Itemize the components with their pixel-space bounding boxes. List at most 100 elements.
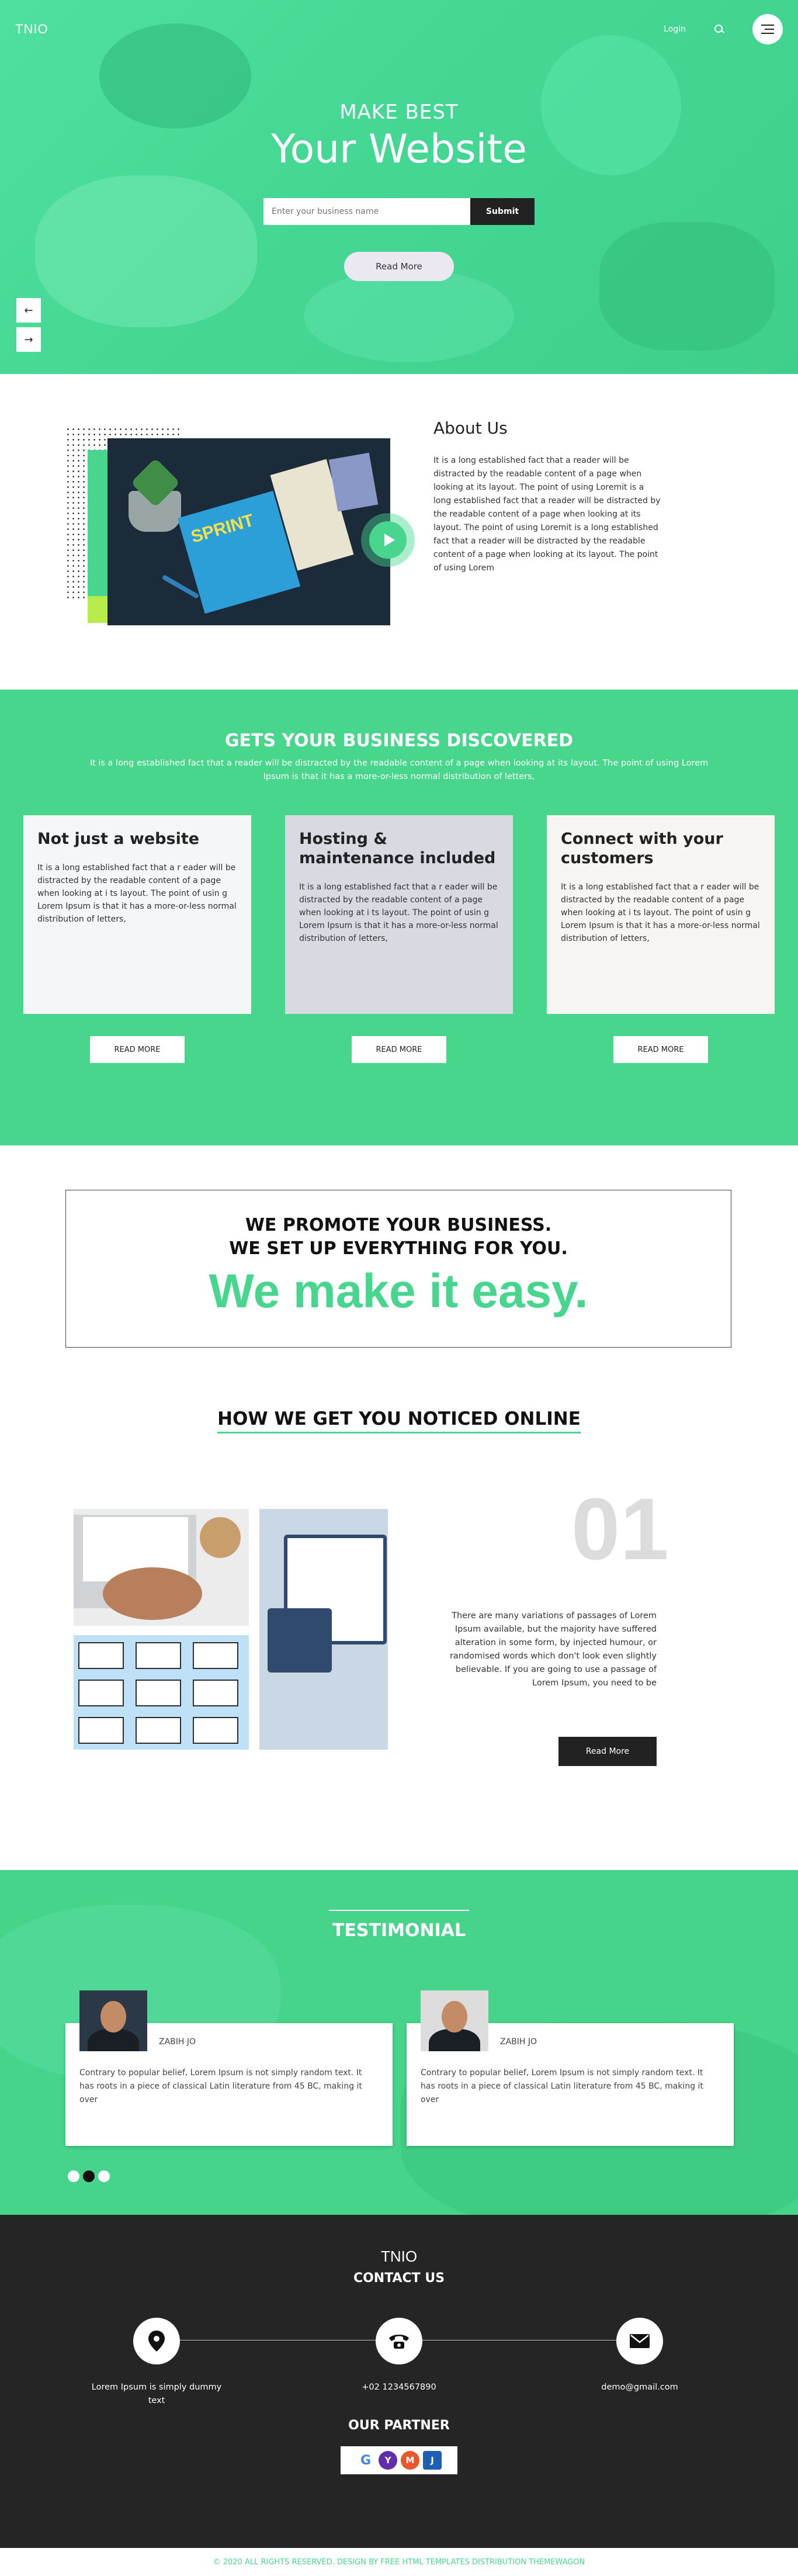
play-icon	[384, 534, 395, 546]
site-logo[interactable]: TNIO	[15, 22, 48, 37]
card-content: Hosting & maintenance included It is a l…	[285, 815, 513, 959]
hero-read-more-button[interactable]: Read More	[344, 252, 454, 281]
menu-bar	[761, 25, 774, 26]
services-title: GETS YOUR BUSINESS DISCOVERED	[224, 730, 574, 751]
service-cards: Not just a website It is a long establis…	[0, 815, 798, 1063]
search-icon[interactable]	[714, 24, 724, 34]
avatar	[79, 1990, 147, 2051]
location-icon	[133, 2318, 180, 2364]
about-image: SPRINT	[107, 438, 390, 625]
card-content: Connect with your customers It is a long…	[547, 815, 775, 959]
arrow-left-icon[interactable]: ←	[16, 298, 41, 323]
testimonial-name: ZABIH JO	[159, 2037, 196, 2047]
step-number: 01	[571, 1480, 669, 1578]
screen-thumb	[78, 1680, 124, 1706]
contact-email[interactable]: demo@gmail.com	[570, 2381, 710, 2394]
mug-shape	[200, 1517, 241, 1558]
noticed-title-text: HOW WE GET YOU NOTICED ONLINE	[217, 1408, 581, 1434]
services-section: GETS YOUR BUSINESS DISCOVERED It is a lo…	[0, 690, 798, 1145]
card-read-more-button[interactable]: READ MORE	[90, 1036, 185, 1063]
promote-line-1: WE PROMOTE YOUR BUSINESS.	[245, 1215, 552, 1235]
footer-logo[interactable]: TNIO	[0, 2248, 798, 2266]
screen-thumb	[193, 1642, 238, 1669]
contact-phone[interactable]: +02 1234567890	[329, 2381, 469, 2394]
testimonial-title: TESTIMONIAL	[0, 1910, 798, 1941]
avatar-head	[442, 2001, 467, 2033]
play-video-button[interactable]	[361, 513, 415, 567]
noticed-body: There are many variations of passages of…	[449, 1611, 657, 1688]
avatar-head	[100, 2001, 126, 2033]
hero-shape	[304, 269, 514, 362]
service-card-wrapper: Hosting & maintenance included It is a l…	[285, 815, 513, 1063]
menu-bar	[765, 29, 774, 30]
card-read-more-button[interactable]: READ MORE	[352, 1036, 446, 1063]
card-title: Not just a website	[37, 830, 200, 848]
promote-line-2: WE SET UP EVERYTHING FOR YOU.	[229, 1238, 568, 1259]
screen-thumb	[78, 1642, 124, 1669]
promote-section: WE PROMOTE YOUR BUSINESS. WE SET UP EVER…	[0, 1145, 798, 1391]
envelope-icon	[630, 2334, 650, 2348]
card-content: Not just a website It is a long establis…	[23, 815, 251, 940]
business-signup-form: Submit	[263, 198, 535, 225]
menu-button[interactable]	[752, 14, 783, 44]
hero-content: MAKE BEST Your Website Submit Read More	[0, 101, 798, 281]
pagination-dot[interactable]	[68, 2170, 79, 2182]
arrow-right-icon[interactable]: →	[16, 327, 41, 352]
noticed-read-more-button[interactable]: Read More	[558, 1737, 657, 1766]
about-text: About Us It is a long established fact t…	[433, 418, 662, 575]
noticed-title: HOW WE GET YOU NOTICED ONLINE	[0, 1408, 798, 1434]
about-title: About Us	[433, 418, 508, 438]
testimonial-quote: Contrary to popular belief, Lorem Ipsum …	[421, 2068, 703, 2104]
hero-title: Your Website	[271, 126, 527, 172]
business-name-input[interactable]	[263, 198, 470, 225]
screens-grid-image	[74, 1635, 249, 1750]
promote-box: WE PROMOTE YOUR BUSINESS. WE SET UP EVER…	[65, 1190, 731, 1348]
devices-image	[259, 1509, 388, 1750]
google-logo-icon[interactable]: G	[356, 2451, 375, 2470]
partner-title: OUR PARTNER	[348, 2418, 450, 2433]
card-title: Connect with your customers	[561, 830, 723, 867]
service-card-wrapper: Connect with your customers It is a long…	[547, 815, 775, 1063]
card-body: It is a long established fact that a r e…	[561, 882, 760, 943]
jcb-logo-icon[interactable]: J	[423, 2451, 442, 2470]
service-card: Hosting & maintenance included It is a l…	[285, 815, 513, 1014]
location-pin-icon	[148, 2331, 165, 2352]
screen-thumb	[136, 1680, 181, 1706]
menu-bar	[761, 33, 774, 34]
noticed-section: HOW WE GET YOU NOTICED ONLINE 01 There a…	[0, 1391, 798, 1870]
services-subtitle: It is a long established fact that a rea…	[89, 759, 709, 781]
hands-shape	[103, 1567, 202, 1620]
mail-icon	[616, 2318, 663, 2364]
hero-kicker: MAKE BEST	[339, 101, 459, 124]
pen-shape	[161, 574, 200, 599]
service-card: Not just a website It is a long establis…	[23, 815, 251, 1014]
mastercard-logo-icon[interactable]: M	[401, 2451, 419, 2470]
pagination-dot-active[interactable]	[83, 2170, 95, 2182]
about-section: SPRINT About Us It is a long established…	[0, 374, 798, 690]
play-circle	[369, 521, 407, 559]
submit-button[interactable]: Submit	[470, 198, 535, 225]
screen-thumb	[136, 1642, 181, 1669]
about-body: It is a long established fact that a rea…	[433, 456, 661, 573]
contact-title: CONTACT US	[353, 2271, 445, 2286]
screen-thumb	[78, 1717, 124, 1744]
yahoo-logo-icon[interactable]: Y	[379, 2451, 397, 2470]
service-card-wrapper: Not just a website It is a long establis…	[23, 815, 251, 1063]
testimonial-section: TESTIMONIAL ZABIH JO Contrary to popular…	[0, 1870, 798, 2215]
login-link[interactable]: Login	[664, 25, 686, 34]
nav-actions: Login	[664, 14, 783, 44]
card-body: It is a long established fact that a r e…	[37, 863, 237, 924]
screen-thumb	[193, 1680, 238, 1706]
card-read-more-button[interactable]: READ MORE	[613, 1036, 708, 1063]
phone-icon	[376, 2318, 422, 2364]
book-title: SPRINT	[189, 510, 256, 547]
avatar	[421, 1990, 488, 2051]
contact-address: Lorem Ipsum is simply dummy text	[91, 2383, 222, 2405]
phone-shape	[268, 1608, 332, 1673]
slider-arrows: ← →	[16, 298, 41, 352]
card-title: Hosting & maintenance included	[299, 830, 496, 867]
testimonial-card: ZABIH JO Contrary to popular belief, Lor…	[407, 1990, 734, 2146]
pagination-dot[interactable]	[98, 2170, 110, 2182]
laptop-image	[74, 1509, 249, 1626]
partner-logos: G Y M J	[341, 2446, 457, 2474]
